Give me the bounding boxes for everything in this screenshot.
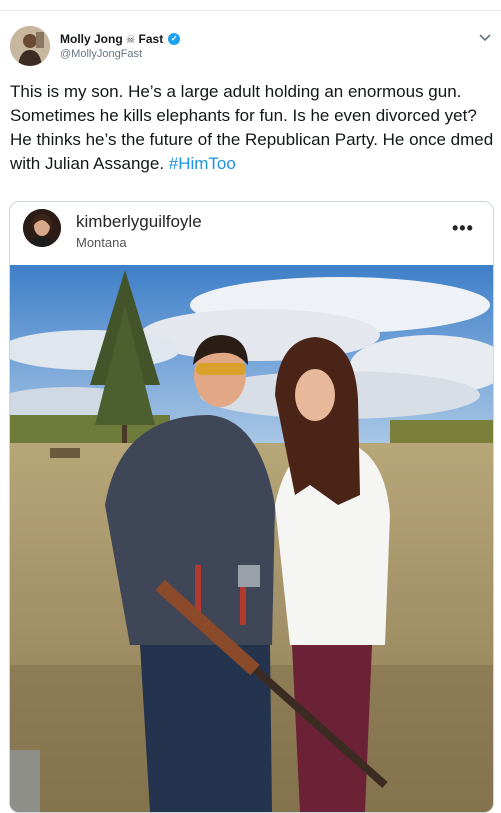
verified-badge-icon: ✓	[168, 33, 181, 45]
skull-emoji-icon: ☠	[125, 33, 136, 46]
embed-username[interactable]: kimberlyguilfoyle	[76, 212, 202, 232]
top-divider	[0, 10, 501, 11]
more-options-icon[interactable]: •••	[452, 218, 474, 239]
author-display-name[interactable]: Molly Jong	[60, 32, 123, 46]
author-avatar[interactable]	[10, 26, 50, 66]
author-name-row[interactable]: Molly Jong ☠ Fast ✓	[60, 32, 181, 46]
embedded-post-card[interactable]: kimberlyguilfoyle Montana •••	[9, 201, 494, 813]
hashtag-link[interactable]: #HimToo	[169, 154, 236, 173]
author-display-name-suffix[interactable]: Fast	[139, 32, 164, 46]
author-handle[interactable]: @MollyJongFast	[60, 48, 142, 60]
embed-location[interactable]: Montana	[76, 235, 127, 250]
tweet-body: This is my son. He’s a large adult holdi…	[10, 82, 498, 173]
embed-avatar[interactable]	[23, 209, 61, 247]
tweet-text: This is my son. He’s a large adult holdi…	[10, 80, 494, 176]
post-photo[interactable]	[10, 265, 493, 812]
chevron-down-icon[interactable]	[478, 30, 492, 44]
